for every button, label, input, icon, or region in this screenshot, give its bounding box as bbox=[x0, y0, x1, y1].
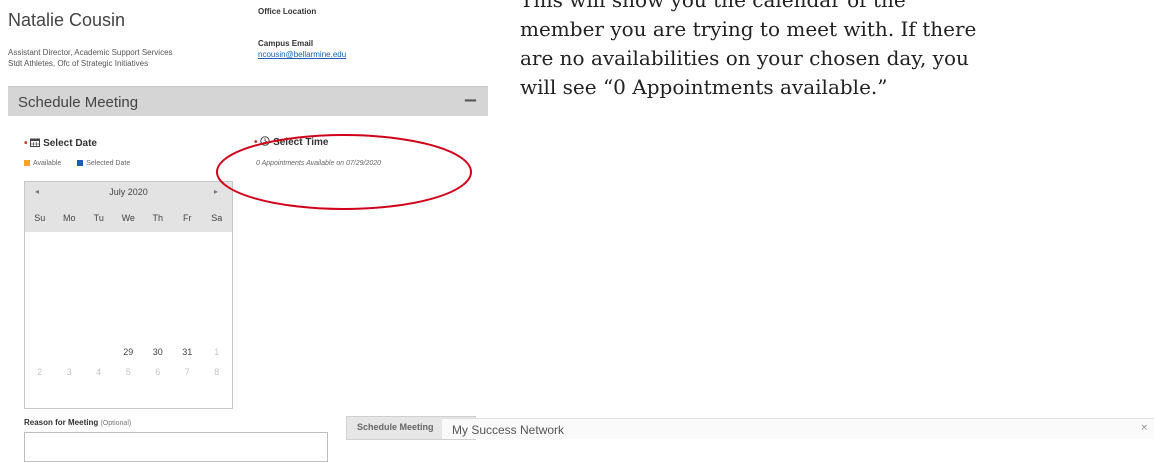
calendar-day[interactable]: 7 bbox=[173, 367, 203, 377]
calendar-day[interactable]: 2 bbox=[25, 367, 55, 377]
calendar-day[interactable]: 4 bbox=[84, 367, 114, 377]
calendar-month-label: July 2020 bbox=[109, 187, 148, 197]
calendar-day[interactable]: 1 bbox=[202, 347, 232, 357]
clock-icon bbox=[260, 136, 273, 148]
instruction-line: member you are trying to meet with. If t… bbox=[520, 17, 977, 41]
calendar-legend: Available Selected Date bbox=[24, 160, 130, 167]
calendar-day[interactable]: 5 bbox=[114, 367, 144, 377]
staff-title: Assistant Director, Academic Support Ser… bbox=[8, 48, 173, 57]
select-date-title: • Select Date bbox=[24, 138, 97, 149]
campus-email-label: Campus Email bbox=[258, 39, 314, 48]
legend-available: Available bbox=[33, 160, 62, 167]
reason-label: Reason for Meeting (Optional) bbox=[24, 418, 131, 427]
calendar-day[interactable]: 8 bbox=[202, 367, 232, 377]
collapse-button[interactable]: − bbox=[463, 90, 478, 111]
office-location-label: Office Location bbox=[258, 7, 317, 16]
schedule-meeting-header: Schedule Meeting − bbox=[8, 86, 488, 116]
select-date-label: Select Date bbox=[43, 138, 97, 149]
weekday-label: Sa bbox=[211, 213, 223, 223]
success-network-bar: My Success Network × bbox=[442, 418, 1154, 439]
next-month-button[interactable]: ▸ bbox=[214, 187, 218, 196]
select-time-label: Select Time bbox=[273, 137, 329, 148]
staff-department: Stdt Athletes, Ofc of Strategic Initiati… bbox=[8, 59, 149, 68]
appointments-available-text: 0 Appointments Available on 07/29/2020 bbox=[256, 160, 382, 167]
reason-label-text: Reason for Meeting bbox=[24, 418, 99, 427]
calendar-day[interactable]: 6 bbox=[143, 367, 173, 377]
weekday-label: We bbox=[121, 213, 135, 223]
required-marker: • bbox=[24, 138, 28, 149]
weekday-label: Th bbox=[152, 213, 163, 223]
available-swatch bbox=[24, 160, 30, 167]
required-marker: • bbox=[254, 137, 258, 148]
calendar-header: ◂ July 2020 ▸ bbox=[25, 182, 232, 204]
legend-selected: Selected Date bbox=[86, 160, 131, 167]
staff-name: Natalie Cousin bbox=[8, 10, 126, 30]
reason-optional-text: (Optional) bbox=[100, 420, 132, 427]
campus-email-link[interactable]: ncousin@bellarmine.edu bbox=[258, 50, 346, 59]
weekday-header: Su Mo Tu We Th Fr Sa bbox=[25, 204, 232, 232]
weekday-label: Mo bbox=[62, 213, 76, 223]
date-picker-calendar: ◂ July 2020 ▸ Su Mo Tu We Th Fr Sa 29 30… bbox=[24, 181, 233, 409]
success-network-title: My Success Network bbox=[452, 423, 565, 437]
weekday-label: Tu bbox=[93, 213, 104, 223]
select-time-title: • Select Time bbox=[254, 136, 328, 148]
calendar-icon bbox=[30, 138, 43, 149]
instruction-line: will see “0 Appointments available.” bbox=[520, 75, 888, 99]
calendar-day[interactable]: 29 bbox=[114, 347, 144, 357]
selected-swatch bbox=[77, 160, 84, 167]
calendar-day[interactable]: 3 bbox=[55, 367, 85, 377]
panel-title: Schedule Meeting bbox=[18, 94, 139, 111]
calendar-day[interactable]: 31 bbox=[173, 347, 203, 357]
calendar-week-row: 29 30 31 1 bbox=[25, 347, 232, 357]
calendar-day[interactable]: 30 bbox=[143, 347, 173, 357]
close-icon[interactable]: × bbox=[1140, 423, 1148, 433]
instruction-line: This will show you the calendar of the bbox=[520, 0, 906, 12]
weekday-label: Fr bbox=[183, 213, 192, 223]
instruction-line: are no availabilities on your chosen day… bbox=[520, 46, 969, 70]
calendar-week-row: 2 3 4 5 6 7 8 bbox=[25, 367, 232, 377]
weekday-label: Su bbox=[34, 213, 46, 223]
reason-textarea[interactable] bbox=[24, 432, 328, 462]
instruction-text: This will show you the calendar of the m… bbox=[520, 0, 1154, 102]
